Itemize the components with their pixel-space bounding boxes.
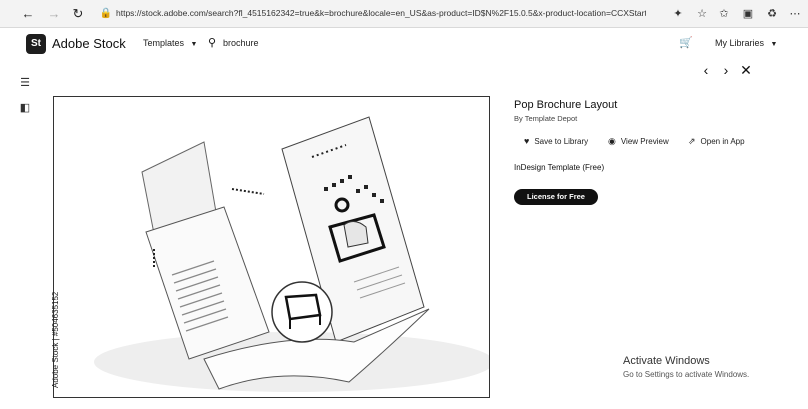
url-text: https://stock.adobe.com/search?fl_451516… — [116, 8, 646, 18]
license-for-free-button[interactable]: License for Free — [514, 189, 598, 205]
chevron-down-icon: ▼ — [190, 41, 198, 48]
author-link[interactable]: By Template Depot — [514, 114, 577, 123]
view-preview-label: View Preview — [620, 137, 669, 146]
heart-icon: ♥ — [524, 136, 530, 146]
search-icon[interactable]: ⚲ — [208, 36, 216, 49]
template-type-label: InDesign Template (Free) — [514, 163, 605, 172]
filter-icon[interactable]: ☰ — [18, 76, 32, 90]
brochure-illustration — [54, 97, 489, 397]
open-in-app-button[interactable]: ⇗ Open in App — [688, 136, 745, 147]
logo-text[interactable]: Adobe Stock — [52, 36, 126, 51]
view-preview-button[interactable]: ◉ View Preview — [608, 136, 669, 147]
extensions-icon[interactable]: ♻ — [764, 6, 780, 22]
activate-windows-subtitle: Go to Settings to activate Windows. — [623, 370, 750, 379]
collections-rail-icon[interactable]: ◧ — [18, 101, 32, 115]
templates-label: Templates — [143, 38, 185, 48]
favorites-bar-icon[interactable]: ✩ — [716, 6, 732, 22]
chevron-down-icon: ▼ — [770, 41, 778, 48]
save-to-library-button[interactable]: ♥ Save to Library — [524, 136, 588, 146]
cart-icon[interactable]: 🛒 — [679, 36, 693, 49]
lock-icon: 🔒 — [99, 8, 113, 19]
reload-icon[interactable]: ↻ — [70, 6, 86, 22]
stock-id-watermark: Adobe Stock | #504635152 — [51, 291, 60, 388]
reader-mode-icon[interactable]: ✦ — [670, 6, 686, 22]
browser-toolbar: ← → ↻ 🔒 https://stock.adobe.com/search?f… — [0, 0, 808, 28]
next-icon[interactable]: › — [718, 62, 734, 78]
preview-image[interactable] — [53, 96, 490, 398]
adobe-stock-logo-icon[interactable]: St — [26, 34, 46, 54]
search-input[interactable]: brochure — [223, 38, 259, 48]
forward-arrow-icon[interactable]: → — [46, 6, 62, 22]
eye-icon: ◉ — [608, 136, 616, 146]
open-in-app-icon: ⇗ — [688, 136, 696, 146]
libraries-label: My Libraries — [715, 38, 765, 48]
back-arrow-icon[interactable]: ← — [20, 6, 36, 22]
asset-title: Pop Brochure Layout — [514, 99, 618, 111]
collections-icon[interactable]: ▣ — [740, 6, 756, 22]
my-libraries-dropdown[interactable]: My Libraries ▼ — [715, 38, 777, 48]
more-menu-icon[interactable]: ⋯ — [787, 6, 803, 22]
activate-windows-title: Activate Windows — [623, 355, 710, 367]
templates-dropdown[interactable]: Templates ▼ — [143, 38, 197, 48]
open-in-app-label: Open in App — [700, 137, 745, 146]
favorite-star-icon[interactable]: ☆ — [694, 6, 710, 22]
close-icon[interactable]: ✕ — [738, 62, 754, 78]
save-to-library-label: Save to Library — [534, 137, 589, 146]
address-bar[interactable]: 🔒 https://stock.adobe.com/search?fl_4515… — [94, 4, 654, 24]
previous-icon[interactable]: ‹ — [698, 62, 714, 78]
stock-header: St Adobe Stock Templates ▼ ⚲ brochure 🛒 … — [0, 28, 808, 60]
